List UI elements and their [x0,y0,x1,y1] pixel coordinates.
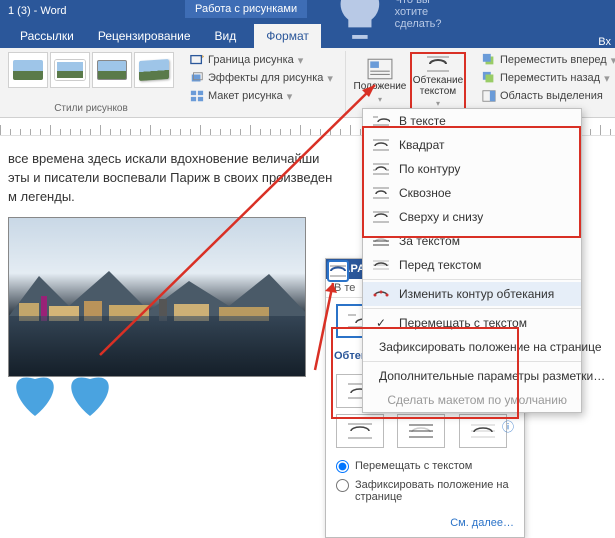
wrap-text-icon [425,54,451,74]
check-icon: ✓ [371,315,391,331]
picture-border-button[interactable]: Граница рисунка ▾ [188,52,335,68]
position-button[interactable]: Положе­ние ▾ [352,52,408,110]
menu-inline[interactable]: В тексте [363,109,581,133]
inserted-picture[interactable] [8,217,306,377]
tell-me-search[interactable]: Что вы хотите сделать? [321,0,463,48]
tight-icon [371,161,391,177]
square-icon [371,137,391,153]
top-bottom-icon [371,209,391,225]
menu-top-bottom[interactable]: Сверху и снизу [363,205,581,229]
menu-edit-wrap-points[interactable]: Изменить контур обтекания [363,282,581,306]
picture-layout-button[interactable]: Макет рисунка ▾ [188,88,335,104]
behind-icon [371,233,391,249]
position-icon [367,58,393,80]
tab-view[interactable]: Вид [203,24,249,48]
ribbon-tab-row: Рассылки Рецензирование Вид Работа с рис… [0,22,615,48]
window-title: 1 (3) - Word [8,5,66,17]
sign-in-stub[interactable]: Вх [598,36,615,48]
panel-front[interactable] [459,414,507,448]
bring-forward-icon [482,53,496,67]
tab-mailings[interactable]: Рассылки [8,24,86,48]
menu-fix-position[interactable]: Зафиксировать положение на странице [363,335,581,359]
through-icon [371,185,391,201]
menu-more-layout-options[interactable]: Дополнительные параметры разметки… [363,364,581,388]
send-backward-icon [482,71,496,85]
heart-shapes [5,361,125,421]
border-icon [190,53,204,67]
selection-pane-icon [482,89,496,103]
group-arrange: Положе­ние ▾ Обтекание текстом ▾ [345,51,470,114]
panel-radios: Перемещать с текстом Зафиксировать полож… [326,454,524,513]
selection-pane-button[interactable]: Область выделения [480,88,615,104]
menu-square[interactable]: Квадрат [363,133,581,157]
panel-behind[interactable] [397,414,445,448]
picture-style-preset[interactable] [134,52,174,88]
menu-behind[interactable]: За текстом [363,229,581,253]
panel-see-more[interactable]: См. далее… [326,513,524,537]
wrap-text-button[interactable]: Обтекание текстом ▾ [410,52,466,110]
inline-icon [371,113,391,129]
menu-through[interactable]: Сквозное [363,181,581,205]
picture-style-preset[interactable] [92,52,132,88]
menu-tight[interactable]: По контуру [363,157,581,181]
help-icon[interactable]: ⓘ [502,418,514,435]
group-label: Стили рисунков [8,103,174,114]
radio-fix-position[interactable]: Зафиксировать положение на странице [336,479,514,503]
tab-review[interactable]: Рецензирование [86,24,203,48]
picture-style-preset[interactable] [8,52,48,88]
group-picture-adjust: Граница рисунка ▾ Эффекты для рисунка ▾ … [184,51,339,114]
send-backward-button[interactable]: Переместить назад ▾ [480,70,615,86]
panel-top-bottom[interactable] [336,414,384,448]
contextual-tab-group: Работа с рисунками [185,0,307,18]
front-icon [371,257,391,273]
radio-move-with-text[interactable]: Перемещать с текстом [336,460,514,473]
layout-options-button[interactable] [327,260,349,282]
bring-forward-button[interactable]: Переместить вперед ▾ [480,52,615,68]
menu-set-default: Сделать макетом по умолчанию [363,388,581,412]
title-bar: 1 (3) - Word [0,0,615,22]
lightbulb-icon [329,0,391,43]
wrap-glyph-icon [329,264,347,278]
tab-format[interactable]: Формат [254,24,321,48]
menu-front[interactable]: Перед текстом [363,253,581,277]
layout-icon [190,89,204,103]
menu-move-with-text[interactable]: ✓ Перемещать с текстом [363,311,581,335]
wrap-text-menu: В тексте Квадрат По контуру Сквозное Све… [362,108,582,413]
picture-style-preset[interactable] [50,52,90,88]
picture-effects-button[interactable]: Эффекты для рисунка ▾ [188,70,335,86]
group-picture-styles: Стили рисунков [4,51,178,114]
edit-points-icon [371,286,391,302]
effects-icon [190,71,204,85]
group-arrange-2: Переместить вперед ▾ Переместить назад ▾… [476,51,615,114]
picture-style-gallery[interactable] [8,52,174,88]
